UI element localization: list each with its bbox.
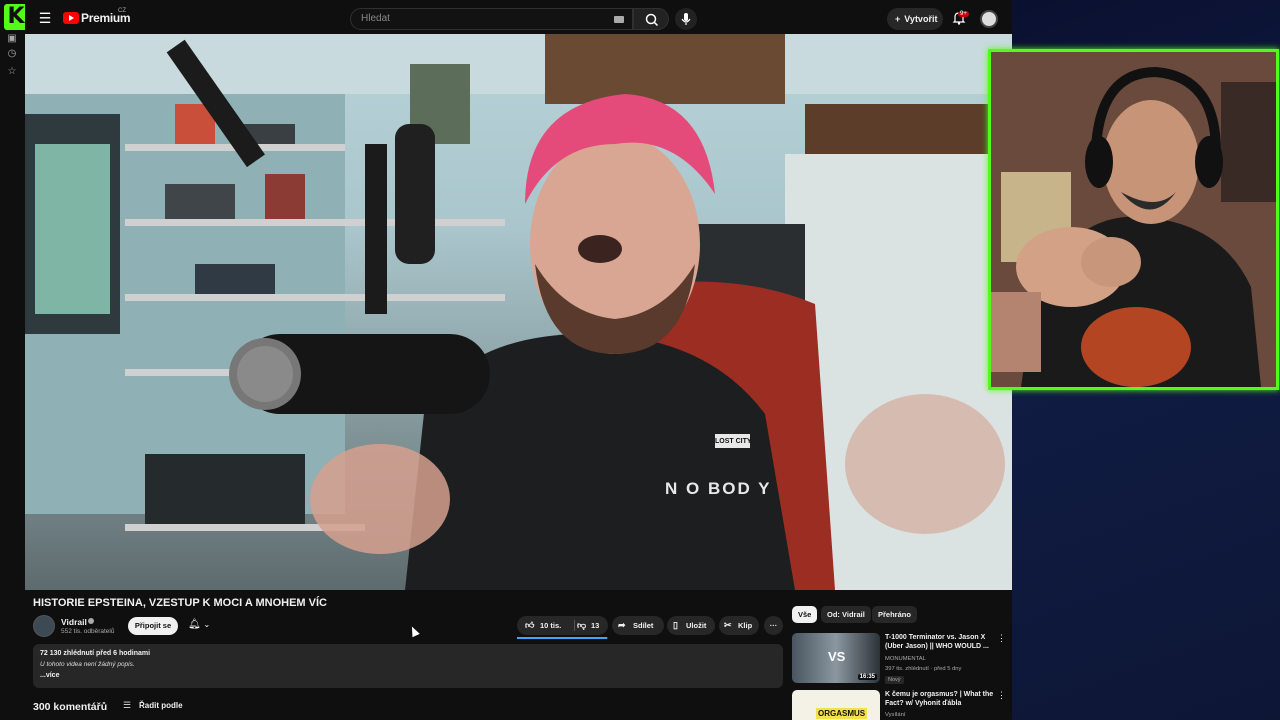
more-actions-button[interactable]: ··· [764, 616, 783, 635]
channel-avatar[interactable] [33, 615, 55, 637]
sort-icon[interactable]: ☰ [123, 701, 133, 710]
youtube-logo-icon[interactable] [63, 12, 79, 24]
scissors-icon: ✂ [724, 620, 732, 630]
recommendation-channel[interactable]: Vysílání [885, 712, 905, 718]
region-label: CZ [118, 8, 126, 14]
like-ratio-bar [517, 637, 608, 639]
create-label: Vytvořit [904, 14, 938, 24]
webcam-feed [991, 52, 1276, 387]
join-button[interactable]: Připojit se [128, 617, 178, 635]
search-icon [645, 13, 659, 27]
youtube-topbar: ☰ Premium CZ Hledat + Vytvořit 9+ [25, 4, 1012, 34]
verified-icon [88, 618, 94, 624]
share-button[interactable]: ➦ Sdílet [612, 616, 664, 635]
chip-from-channel[interactable]: Od: Vidrail [821, 606, 871, 623]
recommendation-channel[interactable]: MONUMENTAL [885, 656, 926, 662]
history-icon[interactable]: ◷ [6, 48, 18, 60]
thumbnail-text: VS [828, 649, 846, 664]
video-duration: 16:35 [857, 674, 877, 680]
chevron-down-icon: ⌄ [203, 620, 211, 629]
search-button[interactable] [633, 8, 669, 30]
new-badge: Nový [885, 676, 904, 684]
video-frame [25, 34, 1012, 590]
thumbnail-text: ORGASMUS [816, 708, 868, 719]
create-button[interactable]: + Vytvořit [887, 8, 943, 30]
save-label: Uložit [686, 621, 707, 630]
divider [574, 620, 575, 631]
recommendation-title[interactable]: K čemu je orgasmus? | What the Fact? w/ … [885, 690, 995, 708]
shirt-text: N O BOD Y [665, 479, 772, 498]
clip-label: Klip [738, 621, 753, 630]
thumbs-down-icon[interactable]: 👎︎ [577, 616, 586, 635]
channel-name[interactable]: Vidrail [61, 617, 87, 627]
video-title: HISTORIE EPSTEINA, VZESTUP K MOCI A MNOH… [33, 597, 327, 609]
subscription-bell-button[interactable]: 🔔︎ ⌄ [188, 619, 218, 633]
description-box[interactable]: 72 130 zhlédnutí před 6 hodinami U tohot… [33, 644, 783, 688]
more-vert-icon[interactable]: ⋮ [997, 690, 1006, 701]
avatar[interactable] [980, 10, 998, 28]
more-vert-icon[interactable]: ⋮ [997, 633, 1006, 644]
like-ratio-fill [517, 637, 608, 639]
mic-icon [681, 13, 691, 25]
sort-button[interactable]: Řadit podle [139, 701, 183, 710]
shirt-patch-text: LOST CITY [715, 438, 752, 445]
subscriber-count: 552 tis. odběratelů [61, 628, 115, 635]
like-dislike-group: 👍︎ 10 tis. 👎︎ 13 [517, 616, 608, 635]
search-placeholder: Hledat [361, 13, 390, 24]
share-label: Sdílet [633, 621, 654, 630]
mouse-cursor [408, 624, 420, 638]
description-text: U tohoto videa není žádný popis. [40, 661, 135, 668]
show-more-link[interactable]: ...více [40, 672, 59, 679]
library-icon[interactable]: ▣ [6, 33, 18, 45]
search-input[interactable]: Hledat [350, 8, 633, 30]
share-icon: ➦ [618, 620, 626, 630]
save-button[interactable]: ▯ Uložit [667, 616, 715, 635]
recommendation-meta: 397 tis. zhlédnutí · před 5 dny [885, 666, 962, 672]
views-and-date: 72 130 zhlédnutí před 6 hodinami [40, 650, 151, 657]
dislike-count[interactable]: 13 [591, 616, 599, 635]
webcam-overlay [988, 49, 1279, 390]
clip-button[interactable]: ✂ Klip [719, 616, 759, 635]
notifications-badge: 9+ [958, 11, 969, 17]
recommendation-thumbnail[interactable]: VS 16:35 [792, 633, 880, 683]
recommendation-title[interactable]: T-1000 Terminator vs. Jason X (Uber Jaso… [885, 633, 995, 651]
comments-count: 300 komentářů [33, 701, 108, 713]
menu-icon[interactable]: ☰ [37, 10, 53, 26]
keyboard-icon[interactable] [614, 16, 624, 23]
chip-watched[interactable]: Přehráno [872, 606, 917, 623]
recommendation-thumbnail[interactable]: ORGASMUS [792, 690, 880, 720]
chip-all[interactable]: Vše [792, 606, 818, 623]
bell-icon: 🔔︎ [188, 619, 201, 630]
star-icon[interactable]: ☆ [6, 66, 18, 78]
left-rail: K ▣ ◷ ☆ [0, 0, 28, 720]
mic-button[interactable] [675, 8, 697, 30]
thumbs-up-icon[interactable]: 👍︎ [525, 616, 534, 635]
plus-icon: + [895, 14, 901, 24]
video-player[interactable]: LOST CITY N O BOD Y [25, 34, 1012, 590]
like-count[interactable]: 10 tis. [540, 616, 561, 635]
bookmark-icon: ▯ [673, 620, 678, 630]
